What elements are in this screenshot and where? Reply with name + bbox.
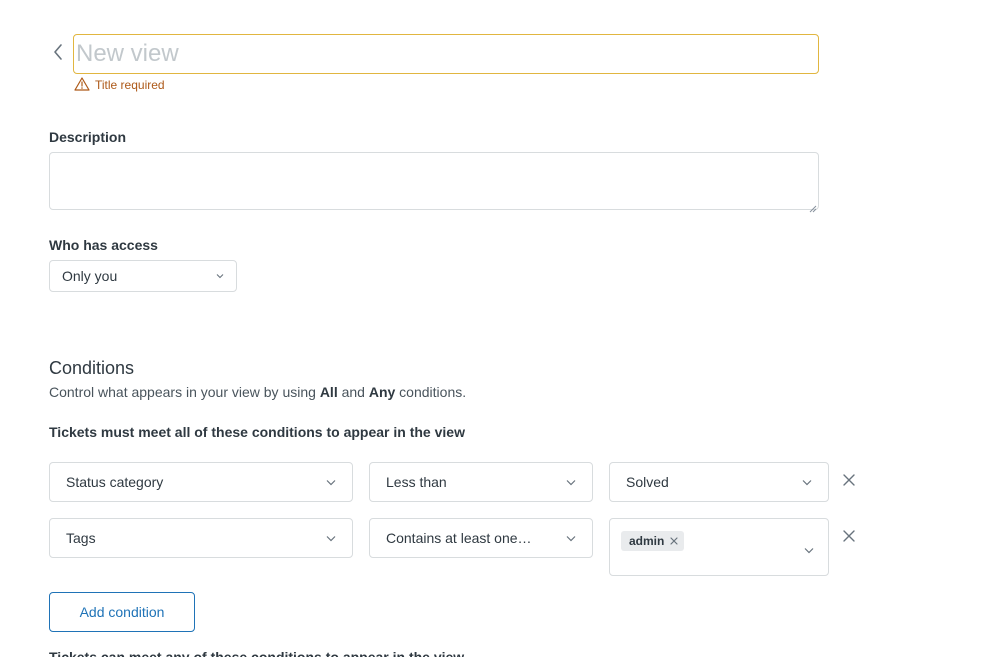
chevron-down-icon bbox=[566, 535, 576, 542]
title-error-text: Title required bbox=[95, 78, 165, 92]
condition-value-select[interactable]: Solved bbox=[609, 462, 829, 502]
chevron-left-icon bbox=[52, 43, 64, 66]
condition-operator-select[interactable]: Contains at least one… bbox=[369, 518, 593, 558]
title-error-message: Title required bbox=[74, 76, 165, 94]
tag-chip: admin bbox=[621, 531, 685, 551]
condition-field-select[interactable]: Tags bbox=[49, 518, 353, 558]
access-select-value: Only you bbox=[62, 268, 118, 284]
access-select[interactable]: Only you bbox=[49, 260, 237, 292]
condition-operator-select[interactable]: Less than bbox=[369, 462, 593, 502]
warning-icon bbox=[74, 76, 90, 94]
any-conditions-heading: Tickets can meet any of these conditions… bbox=[49, 649, 465, 657]
all-conditions-heading: Tickets must meet all of these condition… bbox=[49, 424, 465, 440]
chevron-down-icon bbox=[326, 535, 336, 542]
remove-condition-button[interactable] bbox=[840, 529, 858, 547]
condition-field-value: Status category bbox=[66, 474, 164, 490]
remove-tag-icon[interactable] bbox=[670, 537, 678, 545]
description-textarea[interactable] bbox=[49, 152, 819, 210]
condition-value-text: Solved bbox=[626, 474, 669, 490]
add-condition-button[interactable]: Add condition bbox=[49, 592, 195, 632]
conditions-title: Conditions bbox=[49, 358, 135, 378]
close-icon bbox=[843, 473, 855, 491]
condition-operator-value: Contains at least one… bbox=[386, 530, 532, 546]
tag-chip-label: admin bbox=[629, 534, 665, 548]
conditions-description: Control what appears in your view by usi… bbox=[49, 384, 467, 400]
chevron-down-icon bbox=[566, 479, 576, 486]
condition-tags-input[interactable]: admin bbox=[609, 518, 829, 576]
new-view-page: Title required Description Who has acces… bbox=[0, 0, 1000, 657]
chevron-down-icon[interactable] bbox=[804, 541, 814, 559]
chevron-down-icon bbox=[326, 479, 336, 486]
remove-condition-button[interactable] bbox=[840, 473, 858, 491]
description-label: Description bbox=[49, 129, 127, 145]
condition-field-select[interactable]: Status category bbox=[49, 462, 353, 502]
resize-handle-icon[interactable] bbox=[809, 200, 998, 655]
chevron-down-icon bbox=[216, 273, 224, 279]
view-title-input[interactable] bbox=[73, 34, 819, 74]
back-button[interactable] bbox=[48, 42, 68, 66]
chevron-down-icon bbox=[802, 479, 812, 486]
condition-field-value: Tags bbox=[66, 530, 96, 546]
condition-operator-value: Less than bbox=[386, 474, 447, 490]
close-icon bbox=[843, 529, 855, 547]
access-label: Who has access bbox=[49, 237, 158, 253]
